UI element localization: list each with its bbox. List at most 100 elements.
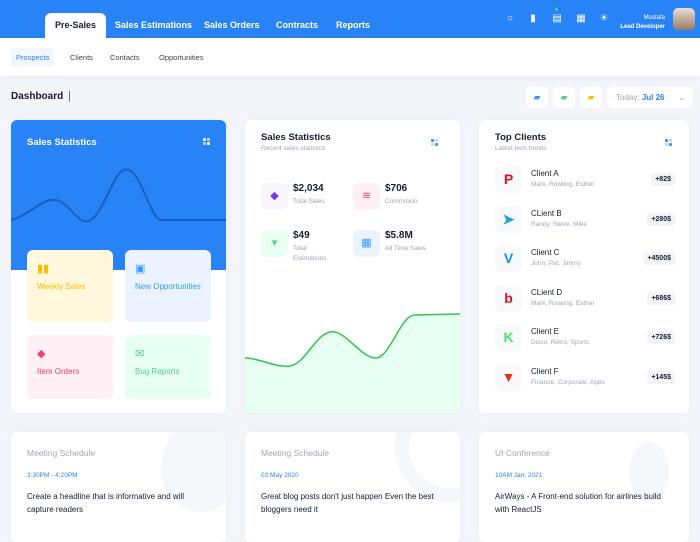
stat-label: Commision [385, 198, 418, 205]
client-people: Mark, Rowling, Esther [531, 181, 595, 188]
event-text: AirWays - A Front-end solution for airli… [495, 492, 661, 514]
card-title: Sales Statistics [261, 132, 331, 143]
client-amount-badge: +4500$ [643, 252, 675, 265]
bar-chart-icon: ▮▮ [37, 263, 50, 275]
event-date: 3:30PM - 4:20PM [27, 472, 78, 479]
client-name: Client C [531, 248, 560, 257]
fox-icon: ▼ [495, 364, 522, 391]
diamond-icon: ◆ [261, 183, 288, 210]
notification-icon[interactable]: ▤ [551, 13, 563, 25]
client-amount-badge: +82$ [651, 173, 675, 186]
tab-sales-orders[interactable]: Sales Orders [204, 13, 260, 38]
date-value: Jul 26 [641, 93, 665, 102]
telegram-icon: ➤ [495, 206, 522, 233]
sales-stats-card: Sales Statistics Recent sales statistics… [245, 120, 460, 413]
menu-dots-icon[interactable] [665, 139, 673, 147]
subtab-prospects[interactable]: Prospects [11, 48, 55, 67]
event-card[interactable]: Meeting Schedule 03 May 2020 Great blog … [245, 432, 460, 542]
subtab-opportunities[interactable]: Opportunities [154, 48, 209, 67]
tab-reports[interactable]: Reports [336, 13, 370, 38]
avatar[interactable] [673, 8, 695, 30]
tile-label: Weekly Sales [37, 282, 86, 291]
sun-icon[interactable]: ☀ [598, 13, 610, 25]
notification-dot [555, 8, 558, 11]
card-title: Sales Statistics [27, 137, 97, 148]
date-picker[interactable]: Today: Jul 26 ⌄ [607, 87, 693, 108]
event-card[interactable]: UI Conference 10AM Jan, 2021 AirWays - A… [479, 432, 689, 542]
top-header: Pre-Sales Sales Estimations Sales Orders… [0, 0, 700, 38]
event-date: 03 May 2020 [261, 472, 299, 479]
chevron-down-icon: ⌄ [678, 93, 685, 102]
client-row[interactable]: K Client E Disco, Retro, Sports +726$ [495, 324, 675, 352]
client-name: Client A [531, 169, 559, 178]
layers-icon: ◆ [37, 348, 46, 360]
tab-contracts[interactable]: Contracts [276, 13, 318, 38]
client-logo-icon: P [495, 166, 522, 193]
event-text: Great blog posts don't just happen Even … [261, 492, 434, 514]
event-card[interactable]: Meeting Schedule 3:30PM - 4:20PM Create … [11, 432, 226, 542]
briefcase-icon: ▣ [135, 263, 146, 275]
client-people: Disco, Retro, Sports [531, 339, 590, 346]
user-role: Lead Developer [620, 24, 665, 30]
tile-label: Item Orders [37, 367, 80, 376]
tile-new-opportunities[interactable]: ▣ New Opportunities [125, 250, 211, 322]
tab-pre-sales[interactable]: Pre-Sales [45, 13, 107, 38]
client-people: Mark, Rowling, Esther [531, 300, 595, 307]
client-name: Client E [531, 327, 560, 336]
event-title: Meeting Schedule [27, 448, 96, 458]
menu-dots-icon[interactable] [203, 138, 211, 146]
user-name: Mostafa [643, 15, 665, 21]
sales-area-chart [245, 313, 460, 413]
client-people: Randy, Steve, Mike [531, 221, 587, 228]
menu-dots-icon[interactable] [431, 139, 439, 147]
event-text: Create a headline that is informative an… [27, 492, 184, 514]
card-title: Top Clients [495, 132, 547, 143]
kickstarter-icon: K [495, 324, 522, 351]
basket-icon: ▾ [261, 230, 288, 257]
client-name: CLient B [531, 209, 562, 218]
tile-item-orders[interactable]: ◆ Item Orders [27, 335, 113, 399]
tile-bug-reports[interactable]: ✉ Bug Reports [125, 335, 211, 399]
mail-icon: ✉ [135, 348, 145, 360]
subtab-clients[interactable]: Clients [65, 48, 98, 67]
apps-icon[interactable]: ▦ [575, 13, 587, 25]
client-people: John, Pat, Jimmy [531, 260, 581, 267]
subtab-contacts[interactable]: Contacts [105, 48, 145, 67]
tile-weekly-sales[interactable]: ▮▮ Weekly Sales [27, 250, 113, 322]
chart-icon[interactable]: ▮ [527, 13, 539, 25]
card-subtitle: Recent sales statistics [261, 145, 326, 152]
event-date: 10AM Jan, 2021 [495, 472, 543, 479]
top-clients-card: Top Clients Latest tech trends P Client A… [479, 120, 689, 413]
stat-value: $706 [385, 183, 408, 194]
file-green-icon[interactable]: ▰ [553, 87, 575, 108]
event-title: Meeting Schedule [261, 448, 330, 458]
search-icon[interactable]: ○ [504, 13, 516, 25]
card-subtitle: Latest tech trends [495, 145, 547, 152]
event-title: UI Conference [495, 448, 550, 458]
sub-navigation: Prospects Clients Contacts Opportunities [0, 38, 700, 76]
client-row[interactable]: b CLient D Mark, Rowling, Esther +686$ [495, 285, 675, 313]
stat-label: Total Sales [293, 198, 325, 205]
tab-sales-estimations[interactable]: Sales Estimations [115, 13, 192, 38]
client-row[interactable]: ➤ CLient B Randy, Steve, Mike +280$ [495, 206, 675, 234]
sales-statistics-card: Sales Statistics ▮▮ Weekly Sales ▣ New Opp… [11, 120, 226, 413]
vimeo-icon: V [495, 245, 522, 272]
client-name: CLient D [531, 288, 563, 297]
tile-label: Bug Reports [135, 367, 180, 376]
bebo-icon: b [495, 285, 522, 312]
stat-value: $49 [293, 230, 310, 241]
client-amount-badge: +280$ [647, 213, 675, 226]
stat-value: $2,034 [293, 183, 324, 194]
stat-value: $5.8M [385, 230, 413, 241]
tile-label: New Opportunities [135, 282, 201, 291]
client-amount-badge: +145$ [647, 371, 675, 384]
stat-label: Total Estimations [293, 245, 327, 262]
client-row[interactable]: ▼ Client F Finance, Corporate, Apps +145$ [495, 364, 675, 392]
stat-label: All Time Sales [385, 245, 427, 252]
user-info[interactable]: Mostafa Lead Developer [620, 14, 665, 32]
file-yellow-icon[interactable]: ▰ [580, 87, 602, 108]
client-row[interactable]: V Client C John, Pat, Jimmy +4500$ [495, 245, 675, 273]
file-blue-icon[interactable]: ▰ [526, 87, 548, 108]
date-label: Today: [616, 93, 640, 102]
client-row[interactable]: P Client A Mark, Rowling, Esther +82$ [495, 166, 675, 194]
